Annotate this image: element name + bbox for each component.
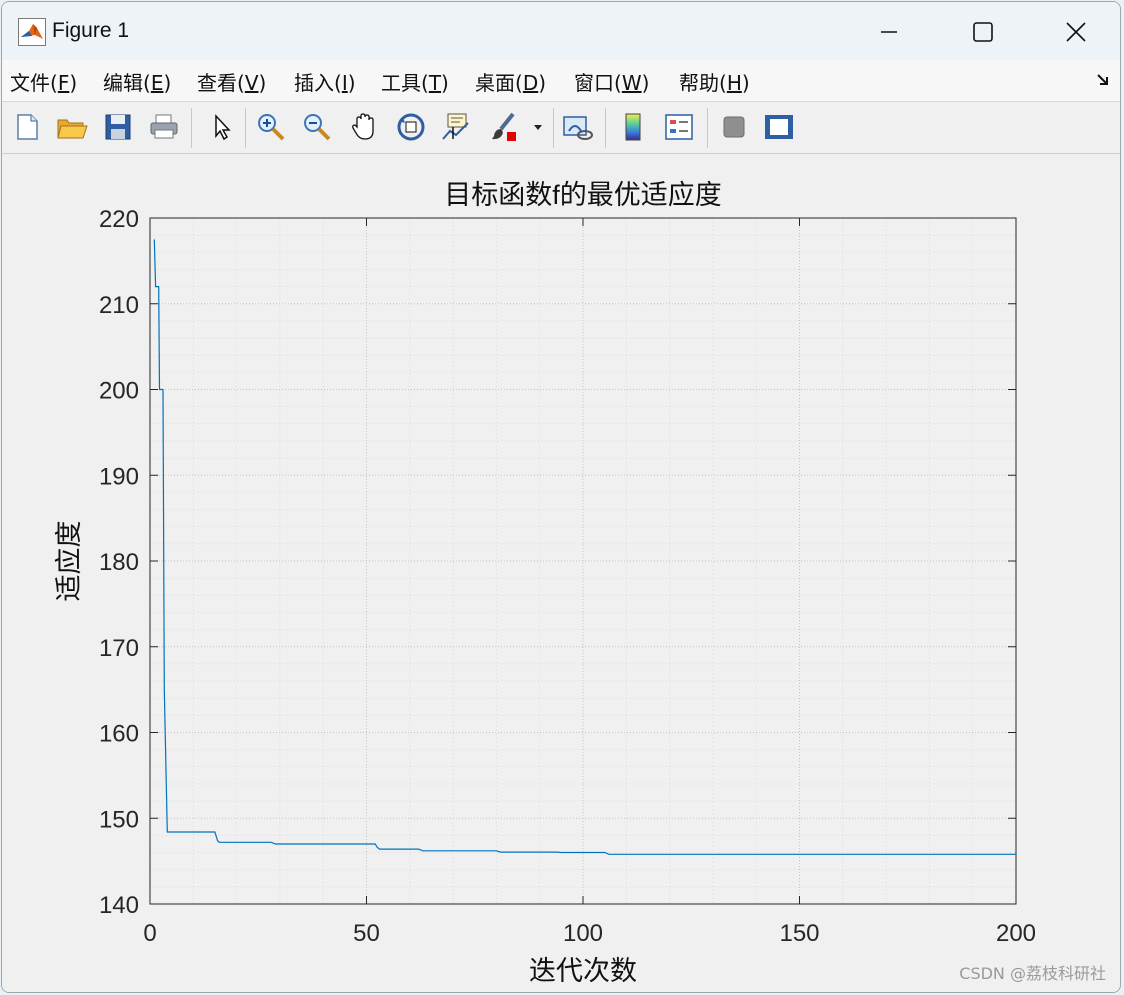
zoom-out-icon xyxy=(304,114,331,141)
title-bar[interactable]: Figure 1 xyxy=(2,2,1120,60)
line-plot[interactable]: 0 50 100 150 200140150160170180190200210220 … xyxy=(2,154,1121,993)
x-tick-label: 150 xyxy=(779,920,819,947)
x-tick-label: 0 xyxy=(143,920,156,947)
y-tick-label: 160 xyxy=(99,721,139,748)
toolbar-separator xyxy=(245,108,246,148)
window-title: Figure 1 xyxy=(52,19,130,42)
menu-tools[interactable]: 工具(T) xyxy=(381,67,449,96)
toolbar-separator xyxy=(707,108,708,148)
y-tick-label: 140 xyxy=(99,892,139,919)
zoom-in-button[interactable] xyxy=(254,110,288,144)
pointer-icon xyxy=(215,114,231,141)
rotate-3d-icon xyxy=(397,113,425,141)
minimize-button[interactable] xyxy=(862,12,916,52)
rotate-3d-button[interactable] xyxy=(394,110,428,144)
colorbar-button[interactable] xyxy=(616,110,650,144)
chart-title: 目标函数f的最优适应度 xyxy=(444,180,722,210)
menu-insert[interactable]: 插入(I) xyxy=(294,67,356,96)
menu-edit[interactable]: 编辑(E) xyxy=(103,67,171,96)
close-icon xyxy=(1066,22,1086,42)
fitness-curve[interactable] xyxy=(153,239,1016,855)
dock-arrow-icon[interactable] xyxy=(1096,72,1112,88)
matlab-icon xyxy=(18,18,46,46)
y-tick-label: 200 xyxy=(99,378,139,405)
watermark: CSDN @荔枝科研社 xyxy=(959,964,1106,983)
y-tick-label: 150 xyxy=(99,806,139,833)
colorbar-icon xyxy=(625,113,641,141)
open-file-button[interactable] xyxy=(55,110,89,144)
brush-dropdown-button[interactable] xyxy=(528,110,548,144)
link-plot-button[interactable] xyxy=(561,110,595,144)
brush-icon xyxy=(492,112,516,141)
legend-icon xyxy=(665,114,693,140)
pan-hand-icon xyxy=(352,113,374,140)
hide-plot-tools-button[interactable] xyxy=(717,110,751,144)
toolbar-separator xyxy=(191,108,192,148)
zoom-in-icon xyxy=(258,114,285,141)
figure-toolbar xyxy=(2,102,1120,154)
print-button[interactable] xyxy=(147,110,181,144)
plot-grid xyxy=(150,218,1016,904)
axis-ticks: 0 50 100 150 200 140 150 160 170 180 190 200 210 220 xyxy=(99,206,1036,947)
maximize-icon xyxy=(973,22,993,42)
zoom-out-button[interactable] xyxy=(300,110,334,144)
figure-canvas[interactable]: 0 50 100 150 200 140 150 160 170 180 190 200 210 220 … xyxy=(2,154,1121,993)
toolbar-separator xyxy=(553,108,554,148)
maximize-button[interactable] xyxy=(956,12,1010,52)
y-tick-label: 220 xyxy=(99,206,139,233)
menu-window[interactable]: 窗口(W) xyxy=(574,67,649,96)
figure-window: Figure 1 文件(F) 编辑(E) 查看(V) 插入(I) 工具(T) 桌… xyxy=(1,1,1121,993)
hide-plot-tools-icon xyxy=(723,116,745,138)
minimize-icon xyxy=(881,31,897,33)
print-icon xyxy=(150,114,178,139)
link-plot-icon xyxy=(563,116,593,140)
show-plot-tools-button[interactable] xyxy=(762,110,796,144)
close-button[interactable] xyxy=(1049,12,1103,52)
save-button[interactable] xyxy=(101,110,135,144)
menu-view[interactable]: 查看(V) xyxy=(197,67,266,96)
menu-bar: 文件(F) 编辑(E) 查看(V) 插入(I) 工具(T) 桌面(D) 窗口(W… xyxy=(2,60,1120,102)
y-tick-label: 170 xyxy=(99,635,139,662)
toolbar-separator xyxy=(605,108,606,148)
chevron-down-icon xyxy=(534,125,542,130)
brush-button[interactable] xyxy=(486,110,520,144)
data-cursor-icon xyxy=(442,113,469,140)
pointer-button[interactable] xyxy=(204,110,238,144)
x-tick-label: 200 xyxy=(996,920,1036,947)
new-figure-button[interactable] xyxy=(10,110,44,144)
y-tick-label: 190 xyxy=(99,463,139,490)
x-axis-label: 迭代次数 xyxy=(529,956,637,986)
data-cursor-button[interactable] xyxy=(439,110,473,144)
save-icon xyxy=(105,114,131,140)
menu-help[interactable]: 帮助(H) xyxy=(679,67,750,96)
y-tick-label: 180 xyxy=(99,549,139,576)
y-tick-label: 210 xyxy=(99,292,139,319)
pan-button[interactable] xyxy=(347,110,381,144)
x-tick-label: 50 xyxy=(353,920,380,947)
legend-button[interactable] xyxy=(662,110,696,144)
open-file-icon xyxy=(57,119,88,139)
x-tick-label: 100 xyxy=(563,920,603,947)
show-plot-tools-icon xyxy=(765,115,793,139)
menu-file[interactable]: 文件(F) xyxy=(10,67,77,96)
menu-desktop[interactable]: 桌面(D) xyxy=(475,67,546,96)
new-figure-icon xyxy=(17,114,38,140)
y-axis-label: 适应度 xyxy=(54,521,84,602)
